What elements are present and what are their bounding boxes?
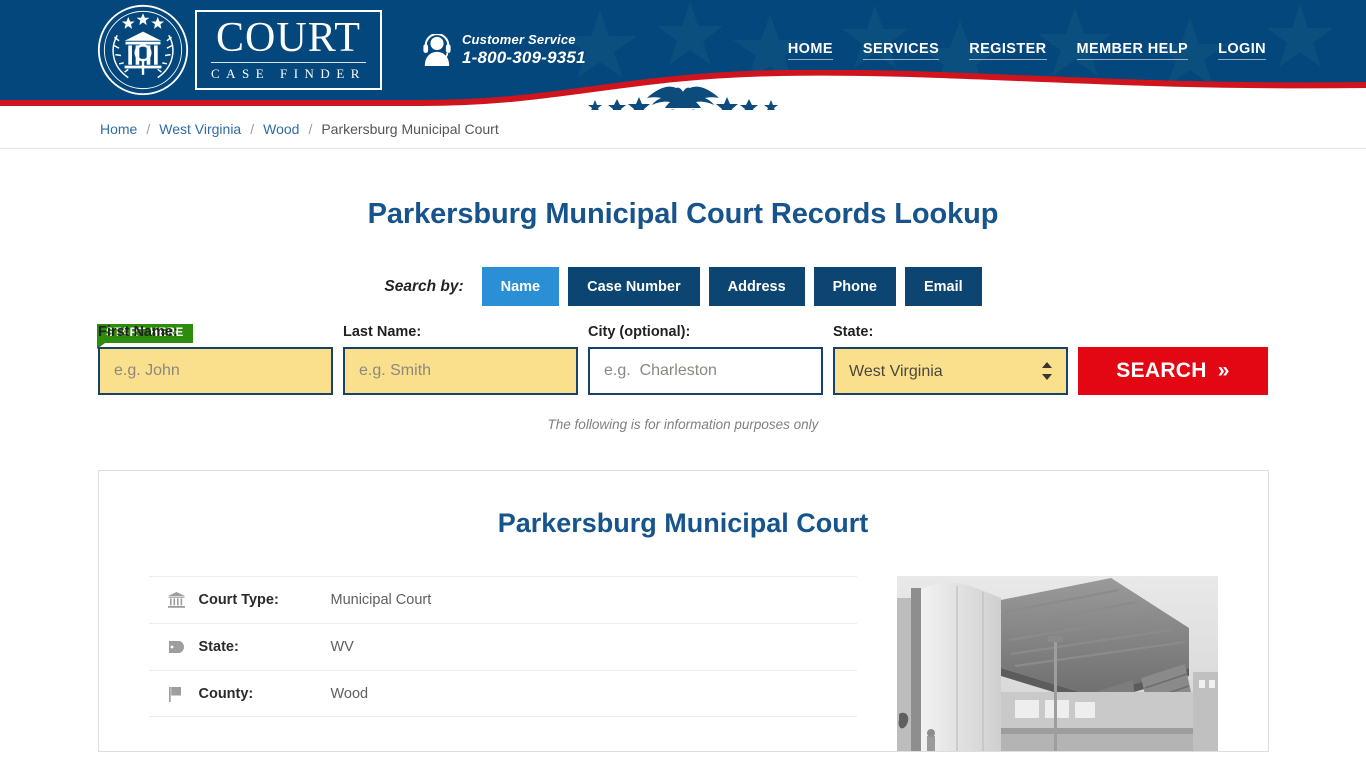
tab-phone[interactable]: Phone bbox=[813, 267, 896, 306]
search-by-label: Search by: bbox=[384, 277, 464, 295]
bank-icon bbox=[167, 592, 190, 608]
last-name-field-group: Last Name: bbox=[343, 324, 578, 395]
logo-primary-text: COURT bbox=[216, 15, 361, 61]
detail-label-county: County: bbox=[198, 685, 254, 702]
first-name-input[interactable] bbox=[98, 347, 333, 395]
state-select[interactable]: West Virginia bbox=[833, 347, 1068, 395]
detail-row-state: State: WV bbox=[148, 623, 857, 670]
breadcrumb-item-west-virginia[interactable]: West Virginia bbox=[159, 121, 241, 137]
state-label: State: bbox=[833, 324, 874, 340]
search-button-label: SEARCH bbox=[1116, 359, 1207, 382]
nav-item-services[interactable]: SERVICES bbox=[862, 41, 940, 60]
breadcrumb-separator: / bbox=[308, 121, 313, 137]
tab-case-number[interactable]: Case Number bbox=[568, 267, 700, 306]
flag-icon bbox=[168, 686, 190, 702]
detail-value-state: WV bbox=[330, 639, 354, 655]
customer-service-block: Customer Service 1-800-309-9351 bbox=[422, 32, 586, 68]
last-name-input[interactable] bbox=[343, 347, 578, 395]
page-title: Parkersburg Municipal Court Records Look… bbox=[367, 198, 999, 230]
breadcrumb-separator: / bbox=[146, 121, 151, 137]
breadcrumb-item-wood[interactable]: Wood bbox=[263, 121, 299, 137]
first-name-label: First Name: bbox=[98, 324, 178, 340]
detail-value-county: Wood bbox=[330, 685, 369, 702]
court-seal-icon bbox=[97, 4, 189, 96]
info-purposes-note: The following is for information purpose… bbox=[547, 417, 819, 432]
site-header: COURT CASE FINDER Customer Service 1-800… bbox=[0, 0, 1366, 110]
search-form-zone: START HERE First Name: Last Name: City (… bbox=[0, 324, 1366, 395]
nav-item-member-help[interactable]: MEMBER HELP bbox=[1076, 41, 1189, 60]
city-field-group: City (optional): bbox=[588, 324, 823, 395]
city-label: City (optional): bbox=[588, 324, 691, 340]
nav-item-login[interactable]: LOGIN bbox=[1218, 41, 1266, 60]
headset-support-icon bbox=[423, 34, 451, 66]
tab-address[interactable]: Address bbox=[708, 267, 805, 306]
breadcrumb-separator: / bbox=[250, 121, 255, 137]
search-button[interactable]: SEARCH » bbox=[1078, 347, 1268, 395]
first-name-field-group: First Name: bbox=[98, 324, 333, 395]
nav-item-home[interactable]: HOME bbox=[787, 41, 833, 60]
breadcrumb: Home / West Virginia / Wood / Parkersbur… bbox=[0, 110, 1366, 149]
breadcrumb-item-home[interactable]: Home bbox=[100, 121, 137, 137]
detail-row-court-type: Court Type: Municipal Court bbox=[148, 576, 857, 623]
detail-row-county: County: Wood bbox=[148, 670, 857, 717]
court-name-heading: Parkersburg Municipal Court bbox=[497, 508, 869, 538]
detail-label-state: State: bbox=[198, 639, 239, 655]
state-field-group: State: West Virginia bbox=[833, 324, 1068, 395]
last-name-label: Last Name: bbox=[343, 324, 422, 340]
tag-icon bbox=[168, 639, 190, 655]
double-chevron-right-icon: » bbox=[1217, 359, 1230, 382]
tab-email[interactable]: Email bbox=[904, 267, 982, 306]
customer-service-phone[interactable]: 1-800-309-9351 bbox=[462, 48, 586, 68]
tab-name[interactable]: Name bbox=[481, 267, 560, 306]
detail-value-court-type: Municipal Court bbox=[330, 592, 432, 608]
main-navigation: HOME SERVICES REGISTER MEMBER HELP LOGIN bbox=[787, 41, 1266, 60]
city-input[interactable] bbox=[588, 347, 823, 395]
detail-label-court-type: Court Type: bbox=[198, 592, 279, 608]
record-search-form: First Name: Last Name: City (optional): … bbox=[0, 324, 1366, 395]
court-details-card: Parkersburg Municipal Court Court Type: bbox=[97, 470, 1269, 752]
court-detail-list: Court Type: Municipal Court State: WV Co… bbox=[148, 576, 857, 751]
logo-wordmark: COURT CASE FINDER bbox=[195, 10, 382, 90]
breadcrumb-item-current: Parkersburg Municipal Court bbox=[321, 121, 499, 137]
logo-secondary-text: CASE FINDER bbox=[211, 62, 366, 82]
courthouse-photo bbox=[896, 576, 1218, 751]
customer-service-label: Customer Service bbox=[461, 32, 576, 47]
search-by-tabs: Search by: Name Case Number Address Phon… bbox=[0, 267, 1366, 306]
site-logo[interactable]: COURT CASE FINDER bbox=[97, 0, 382, 100]
nav-item-register[interactable]: REGISTER bbox=[969, 41, 1047, 60]
